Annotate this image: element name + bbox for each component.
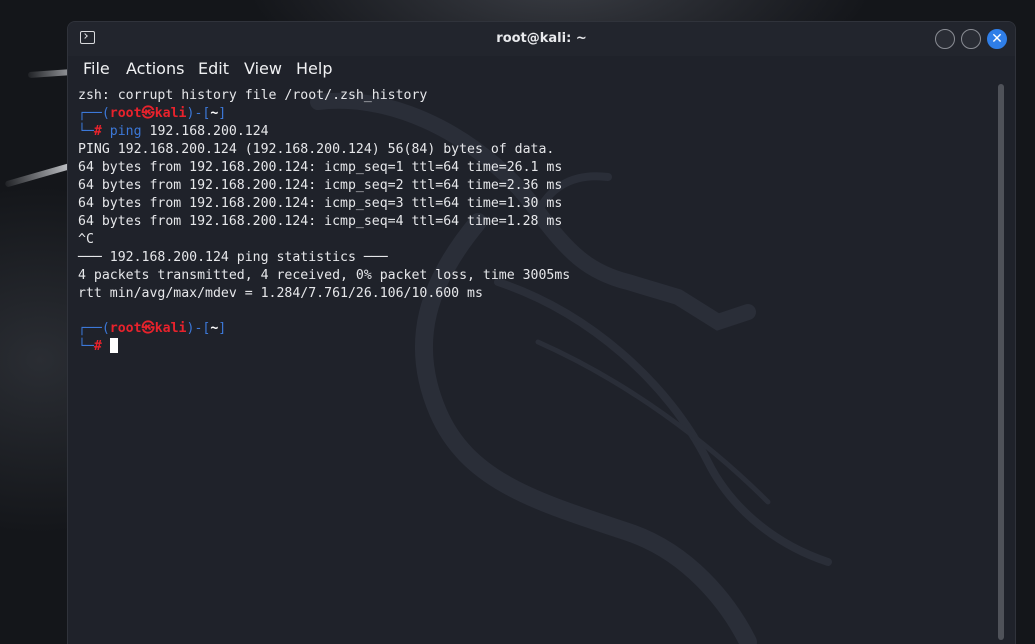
terminal-line: zsh: corrupt history file /root/.zsh_his… [78,87,427,105]
prompt-corner-top: ┌── [78,321,102,336]
prompt-corner-top: ┌── [78,106,102,121]
prompt-hash: # [93,339,102,354]
prompt-close-bracket: ] [218,321,227,336]
prompt-close-paren: )-[ [186,321,211,336]
window-title: root@kali: ~ [496,31,587,46]
prompt-close-paren: )-[ [186,106,211,121]
prompt-at-symbol: ㉿ [141,321,155,336]
wallpaper-streak [4,162,74,188]
prompt-line-input: └─# [78,338,118,356]
menu-actions[interactable]: Actions [126,59,184,78]
menu-bar: File Actions Edit View Help [68,56,1015,82]
output-line: ^C [78,232,94,247]
text-cursor[interactable] [109,338,118,353]
minimize-button[interactable] [935,29,955,49]
output-line: 64 bytes from 192.168.200.124: icmp_seq=… [78,214,563,229]
terminal-output-area[interactable]: zsh: corrupt history file /root/.zsh_his… [68,82,1015,644]
prompt-line-top: ┌──(root㉿kali)-[~] [78,320,226,338]
command-name: ping [109,124,142,139]
close-icon: ✕ [991,31,1003,47]
output-line: 64 bytes from 192.168.200.124: icmp_seq=… [78,178,563,193]
prompt-hash: # [93,124,102,139]
menu-help[interactable]: Help [296,59,332,78]
title-bar[interactable]: root@kali: ~ ✕ [68,22,1015,56]
output-line: rtt min/avg/max/mdev = 1.284/7.761/26.10… [78,286,483,301]
scrollbar[interactable] [998,84,1004,640]
menu-view[interactable]: View [244,59,282,78]
prompt-open-paren: ( [101,106,110,121]
menu-file[interactable]: File [83,59,110,78]
output-line: PING 192.168.200.124 (192.168.200.124) 5… [78,142,555,157]
menu-edit[interactable]: Edit [198,59,229,78]
output-line: 4 packets transmitted, 4 received, 0% pa… [78,268,571,283]
prompt-at-symbol: ㉿ [141,106,155,121]
close-button[interactable]: ✕ [987,29,1007,49]
prompt-close-bracket: ] [218,106,227,121]
output-line: 64 bytes from 192.168.200.124: icmp_seq=… [78,196,563,211]
prompt-user: root [109,321,142,336]
maximize-button[interactable] [961,29,981,49]
corrupt-history-message: zsh: corrupt history file /root/.zsh_his… [78,88,428,103]
desktop-background: root@kali: ~ ✕ File Actions Edit View He… [0,0,1035,644]
output-line: ─── 192.168.200.124 ping statistics ─── [78,250,388,265]
terminal-window: root@kali: ~ ✕ File Actions Edit View He… [67,21,1016,644]
prompt-corner-bottom: └─ [78,124,94,139]
prompt-line-top: ┌──(root㉿kali)-[~] [78,105,226,123]
prompt-line-command: └─# ping 192.168.200.124 [78,123,269,141]
output-line: 64 bytes from 192.168.200.124: icmp_seq=… [78,160,563,175]
prompt-corner-bottom: └─ [78,339,94,354]
prompt-host: kali [154,321,187,336]
prompt-open-paren: ( [101,321,110,336]
prompt-user: root [109,106,142,121]
command-argument: 192.168.200.124 [149,124,269,139]
prompt-host: kali [154,106,187,121]
